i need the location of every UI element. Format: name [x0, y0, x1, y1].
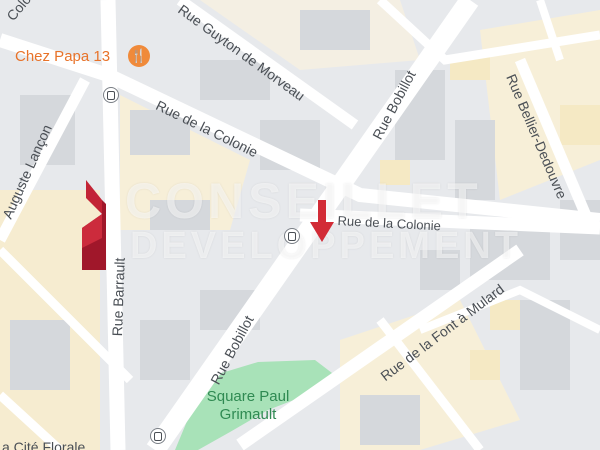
bus-stop-icon[interactable] [284, 228, 300, 244]
direction-arrow-icon[interactable] [308, 198, 336, 244]
location-marker-icon[interactable] [78, 178, 110, 270]
park-label-line1: Square Paul [206, 388, 290, 405]
bus-stop-icon[interactable] [103, 87, 119, 103]
park-label[interactable]: Square Paul Grimault [198, 388, 298, 424]
poi-restaurant-label[interactable]: Chez Papa 13 [15, 49, 110, 64]
street-label-citeflorale[interactable]: a Cité Florale [2, 440, 85, 450]
restaurant-icon[interactable]: 🍴 [128, 45, 150, 67]
park-label-line2: Grimault [219, 406, 277, 423]
map-view[interactable]: CONSEILLET DEVELOPPEMENT Rue Guyton de M… [0, 0, 600, 450]
bus-stop-icon[interactable] [150, 428, 166, 444]
street-label-barrault[interactable]: Rue Barrault [109, 257, 128, 336]
